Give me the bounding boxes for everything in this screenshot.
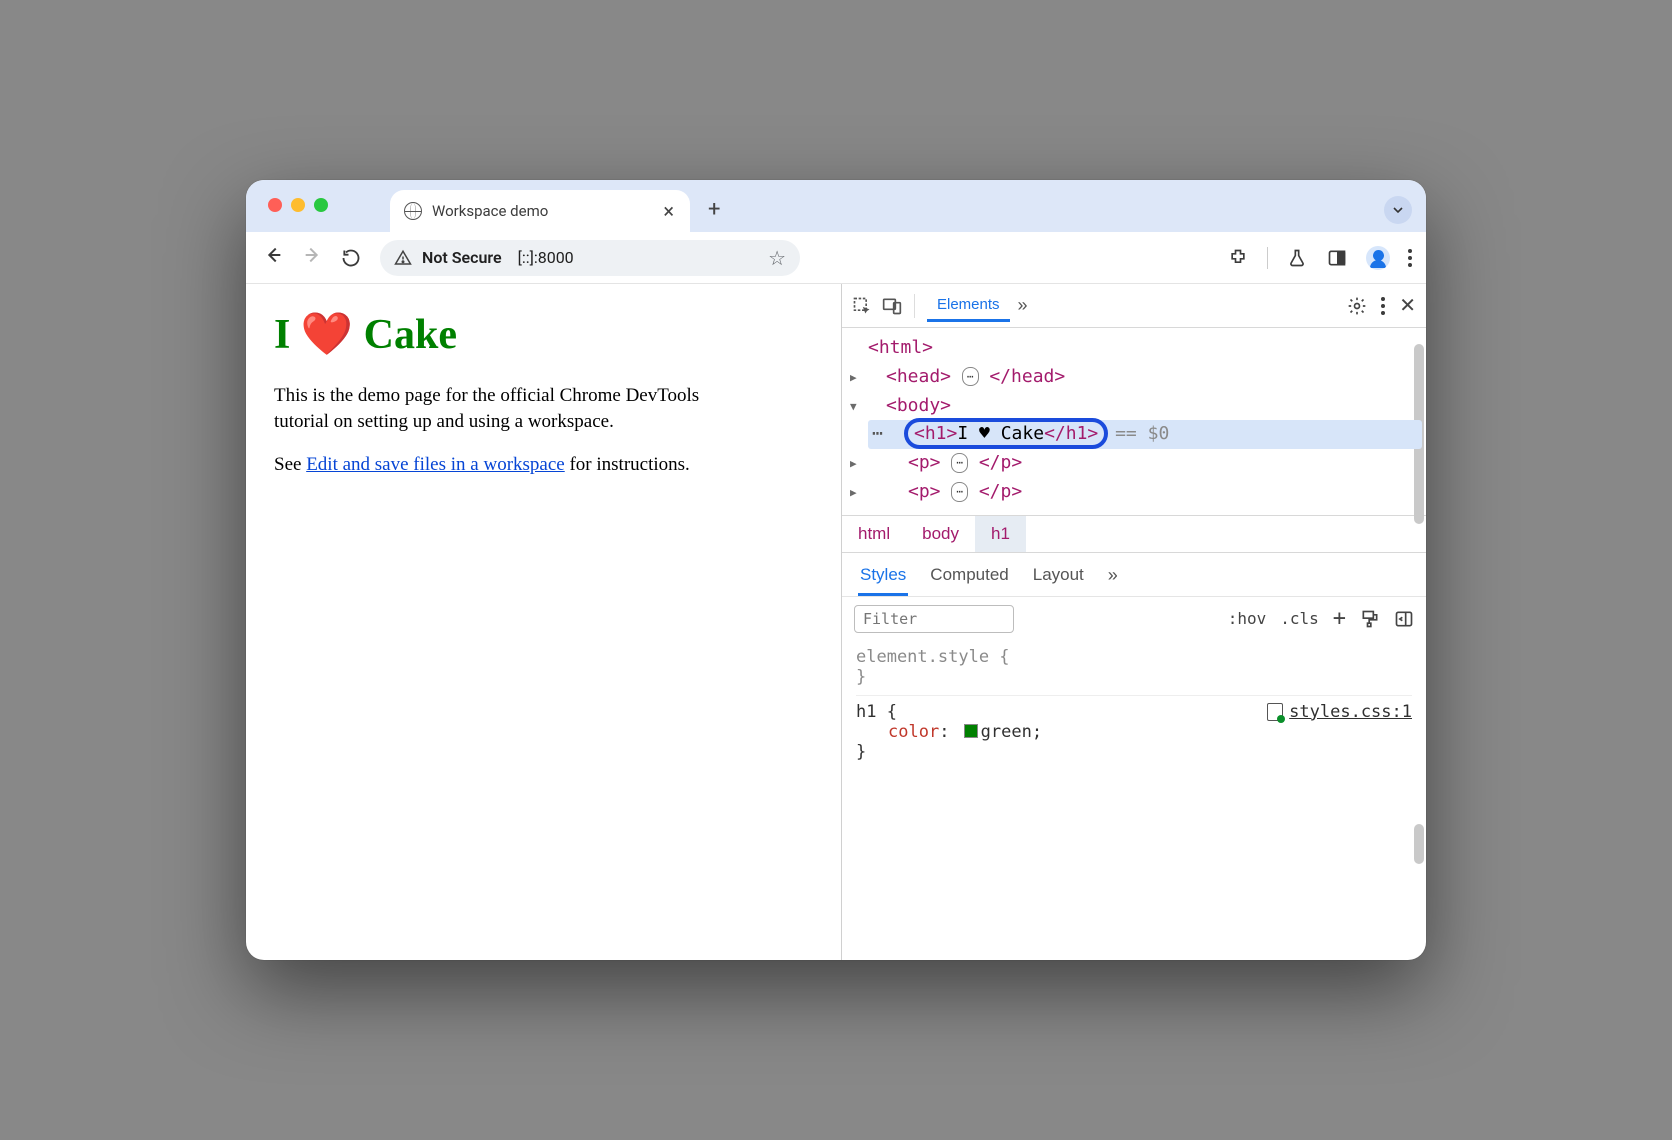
new-style-rule-icon[interactable]: + [1333,606,1346,631]
close-window-button[interactable] [268,198,282,212]
styles-subtabs: Styles Computed Layout » [842,552,1426,596]
rule-source-link[interactable]: styles.css:1 [1267,702,1412,722]
crumb-body[interactable]: body [906,516,975,552]
rendered-page: I ❤️ Cake This is the demo page for the … [246,284,841,960]
toolbar-divider [1267,247,1268,269]
styles-tab[interactable]: Styles [858,559,908,596]
bookmark-star-icon[interactable]: ☆ [768,246,786,270]
window-controls [268,198,328,212]
url-text: [::]:8000 [518,248,574,267]
forward-button[interactable] [300,244,326,272]
elements-tab[interactable]: Elements [927,290,1010,322]
hov-toggle[interactable]: :hov [1228,609,1267,628]
extensions-icon[interactable] [1227,247,1249,269]
more-subtabs-icon[interactable]: » [1106,559,1120,596]
globe-icon [404,202,422,220]
page-heading: I ❤️ Cake [274,310,813,359]
toggle-pane-icon[interactable] [1394,609,1414,629]
dom-node-h1-selected[interactable]: ⋯<h1>I ♥ Cake</h1> == $0 [868,420,1422,449]
content-area: I ❤️ Cake This is the demo page for the … [246,284,1426,960]
paint-icon[interactable] [1360,609,1380,629]
dom-node-body[interactable]: ▼<body> [868,392,1422,421]
p2-after: for instructions. [565,454,690,475]
dom-node-html[interactable]: <html> [868,334,1422,363]
dom-breadcrumb: html body h1 [842,515,1426,552]
settings-icon[interactable] [1347,296,1367,316]
toolbar-right [1227,246,1412,270]
browser-window: Workspace demo × + Not Secure [::]:8000 … [246,180,1426,960]
tab-strip: Workspace demo × + [246,180,1426,232]
labs-icon[interactable] [1286,247,1308,269]
inspect-icon[interactable] [852,296,872,316]
layout-tab[interactable]: Layout [1031,559,1086,596]
styles-toolbar: :hov .cls + [842,596,1426,641]
new-tab-button[interactable]: + [708,197,720,222]
page-paragraph-2: See Edit and save files in a workspace f… [274,452,734,478]
tab-title: Workspace demo [432,202,548,220]
devtools-menu-icon[interactable] [1381,297,1385,315]
dom-node-p1[interactable]: ▶<p> ⋯ </p> [868,449,1422,478]
devtools-divider [914,294,915,318]
close-tab-button[interactable]: × [663,201,674,221]
address-bar[interactable]: Not Secure [::]:8000 ☆ [380,240,800,276]
chrome-menu-button[interactable] [1408,249,1412,267]
device-toggle-icon[interactable] [882,296,902,316]
reload-button[interactable] [340,247,362,269]
devtools-toolbar: Elements » ✕ [842,284,1426,328]
crumb-h1[interactable]: h1 [975,516,1026,552]
dom-node-p2[interactable]: ▶<p> ⋯ </p> [868,478,1422,507]
toolbar: Not Secure [::]:8000 ☆ [246,232,1426,284]
warning-icon [394,249,412,267]
styles-scrollbar[interactable] [1414,824,1424,864]
file-icon [1267,703,1283,721]
browser-tab[interactable]: Workspace demo × [390,190,690,232]
row-actions-icon[interactable]: ⋯ [872,420,883,449]
crumb-html[interactable]: html [842,516,906,552]
styles-filter-input[interactable] [854,605,1014,633]
cls-toggle[interactable]: .cls [1280,609,1319,628]
h1-style-rule[interactable]: styles.css:1 h1 { color: green; } [856,695,1412,762]
back-button[interactable] [260,244,286,272]
tab-list-button[interactable] [1384,196,1412,224]
styles-pane[interactable]: element.style {} styles.css:1 h1 { color… [842,641,1426,960]
color-swatch[interactable] [964,724,978,738]
minimize-window-button[interactable] [291,198,305,212]
p2-before: See [274,454,306,475]
dom-node-head[interactable]: ▶<head> ⋯ </head> [868,363,1422,392]
workspace-link[interactable]: Edit and save files in a workspace [306,454,565,475]
more-tabs-icon[interactable]: » [1018,295,1028,316]
dom-tree[interactable]: <html> ▶<head> ⋯ </head> ▼<body> ⋯<h1>I … [842,328,1426,515]
devtools-panel: Elements » ✕ <html> ▶<head> ⋯ </head> ▼<… [841,284,1426,960]
computed-tab[interactable]: Computed [928,559,1010,596]
profile-avatar[interactable] [1366,246,1390,270]
close-devtools-button[interactable]: ✕ [1399,293,1416,318]
security-label: Not Secure [422,248,502,267]
element-style-rule[interactable]: element.style {} [856,647,1412,687]
side-panel-icon[interactable] [1326,247,1348,269]
page-paragraph-1: This is the demo page for the official C… [274,383,734,434]
fullscreen-window-button[interactable] [314,198,328,212]
